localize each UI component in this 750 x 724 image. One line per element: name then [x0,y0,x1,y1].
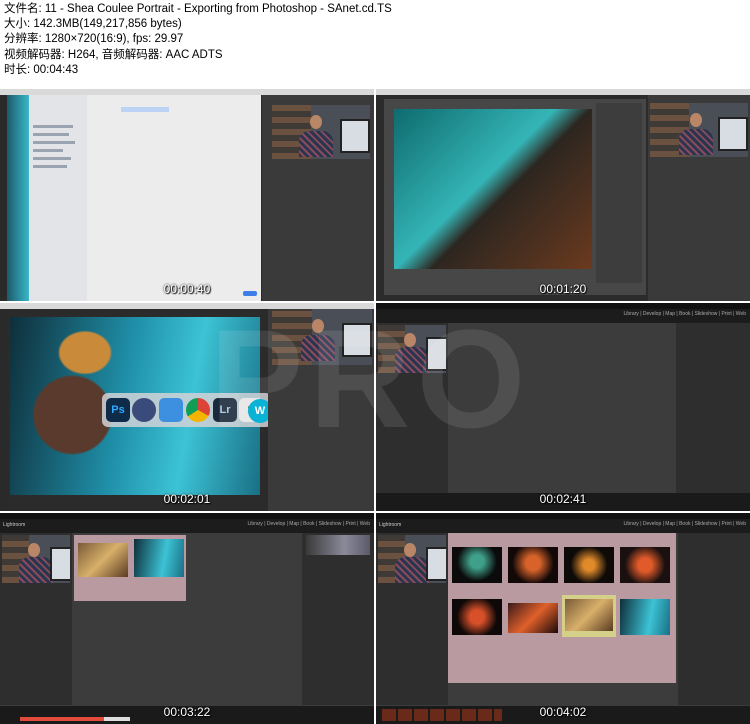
frame-timestamp: 00:01:20 [539,282,587,296]
frame-timestamp: 00:02:01 [163,492,211,506]
file-resolution: 分辨率: 1280×720(16:9), fps: 29.97 [4,33,184,46]
export-dialog[interactable] [384,99,646,295]
frame-1[interactable]: 00:00:40 [0,89,374,301]
frame-timestamp: 00:02:41 [539,492,587,506]
photo-thumbnail[interactable] [452,599,502,635]
module-picker[interactable]: Library | Develop | Map | Book | Slidesh… [624,521,746,527]
presenter-webcam [378,535,446,583]
artwork-preview [394,109,592,269]
presenter-webcam [650,103,748,157]
frame-timestamp: 00:03:22 [163,705,211,719]
export-settings[interactable] [596,103,642,283]
photo-thumbnail[interactable] [452,547,502,583]
right-panel[interactable] [302,533,374,705]
frame-timestamp: 00:00:40 [163,282,211,296]
file-size: 大小: 142.3MB(149,217,856 bytes) [4,18,182,31]
finder-icon[interactable] [159,398,183,422]
right-panel[interactable] [678,533,750,705]
photo-thumbnail[interactable] [620,599,670,635]
photo-thumbnail[interactable] [620,547,670,583]
module-picker[interactable]: Library | Develop | Map | Book | Slidesh… [248,521,370,527]
right-panel[interactable] [676,323,750,493]
presenter-webcam [2,535,70,583]
frame-5[interactable]: Lightroom Library | Develop | Map | Book… [0,513,374,724]
file-duration: 时长: 00:04:43 [4,63,79,76]
module-picker[interactable]: Library | Develop | Map | Book | Slidesh… [624,311,746,317]
filename-field[interactable] [121,107,169,112]
lightroom-logo: Lightroom [3,522,26,528]
file-info: 文件名: 11 - Shea Coulee Portrait - Exporti… [4,2,392,78]
photo-thumbnail[interactable] [78,543,128,577]
tool-strip [0,309,7,511]
frame-6[interactable]: Lightroom Library | Develop | Map | Book… [376,513,750,724]
photo-thumbnail[interactable] [508,603,558,633]
file-codecs: 视频解码器: H264, 音频解码器: AAC ADTS [4,48,223,61]
teal-artwork [7,95,29,301]
presenter-webcam [272,105,370,159]
frame-2[interactable]: 00:01:20 [376,89,750,301]
histogram [306,535,370,555]
frame-timestamp: 00:04:02 [539,705,587,719]
watermark: PRO [210,300,532,457]
chrome-icon[interactable] [186,398,210,422]
quicktime-icon[interactable] [132,398,156,422]
file-name: 文件名: 11 - Shea Coulee Portrait - Exporti… [4,3,392,15]
photo-thumbnail[interactable] [508,547,558,583]
tool-strip [0,95,7,301]
photo-thumbnail[interactable] [562,595,616,637]
photo-thumbnail[interactable] [134,539,184,577]
save-dialog[interactable] [29,95,261,301]
photoshop-icon[interactable]: Ps [106,398,130,422]
photo-thumbnail[interactable] [564,547,614,583]
lightroom-logo: Lightroom [379,522,402,528]
